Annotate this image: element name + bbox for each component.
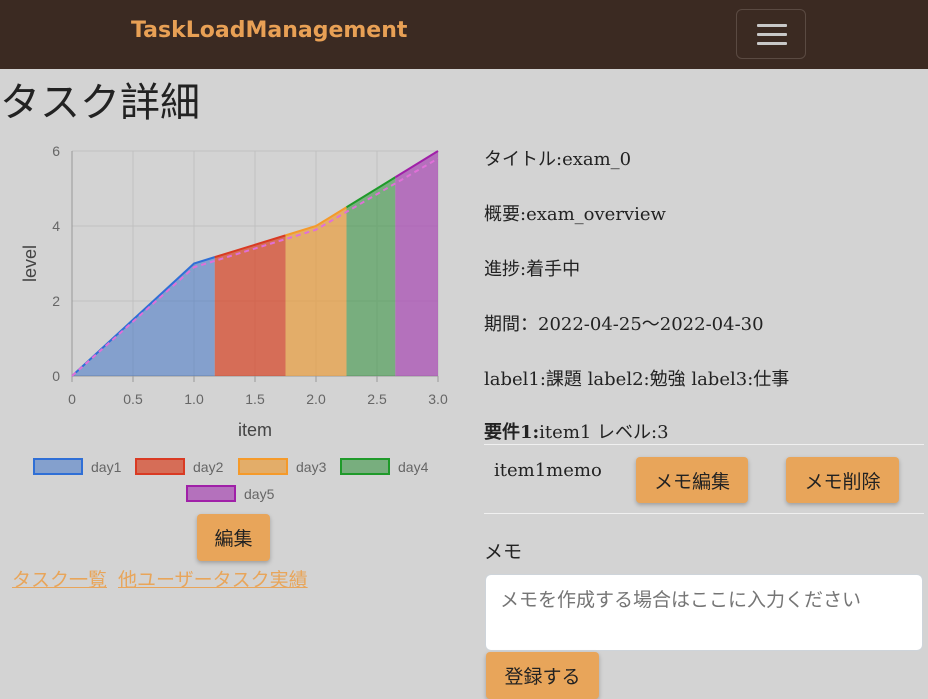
memo-text: item1memo xyxy=(494,460,602,481)
x-tick-label: 1.5 xyxy=(245,391,265,407)
x-tick-label: 0 xyxy=(68,391,76,407)
submit-memo-button[interactable]: 登録する xyxy=(486,652,599,699)
area-day5 xyxy=(395,151,438,376)
area-day2 xyxy=(214,235,286,376)
y-tick-label: 0 xyxy=(52,368,60,384)
chart-legend: day1 day2 day3 day4 day5 xyxy=(0,455,470,505)
requirement-line: 要件1:item1 レベル:3 xyxy=(484,418,669,444)
x-tick-label: 0.5 xyxy=(123,391,143,407)
brand-link[interactable]: TaskLoadManagement xyxy=(131,18,407,43)
x-axis-title: item xyxy=(238,420,272,440)
hamburger-icon xyxy=(757,33,787,36)
legend-label: day3 xyxy=(296,458,327,475)
legend-item-day2[interactable]: day2 xyxy=(135,458,223,475)
legend-item-day1[interactable]: day1 xyxy=(33,458,121,475)
legend-item-day5[interactable]: day5 xyxy=(186,485,274,502)
legend-swatch xyxy=(340,458,390,475)
requirement-detail: item1 レベル:3 xyxy=(539,422,669,443)
x-tick-label: 2.5 xyxy=(367,391,387,407)
menu-toggle-button[interactable] xyxy=(736,9,806,59)
level-chart: 0 2 4 6 0 0.5 1.0 1.5 2.0 2.5 3.0 item level xyxy=(20,143,448,440)
x-tick-label: 3.0 xyxy=(428,391,448,407)
memo-delete-button[interactable]: メモ削除 xyxy=(786,457,899,503)
task-overview: 概要:exam_overview xyxy=(484,204,666,225)
legend-swatch xyxy=(33,458,83,475)
y-tick-label: 4 xyxy=(52,218,60,234)
legend-item-day4[interactable]: day4 xyxy=(340,458,428,475)
divider xyxy=(484,513,924,514)
legend-swatch xyxy=(186,485,236,502)
memo-edit-button[interactable]: メモ編集 xyxy=(636,457,748,503)
task-list-link[interactable]: タスク一覧 xyxy=(12,565,107,592)
page-title: タスク詳細 xyxy=(0,80,200,126)
legend-item-day3[interactable]: day3 xyxy=(238,458,326,475)
legend-label: day5 xyxy=(244,485,275,502)
task-labels: label1:課題 label2:勉強 label3:仕事 xyxy=(484,369,790,390)
divider xyxy=(484,444,924,445)
y-tick-label: 2 xyxy=(52,293,60,309)
x-tick-label: 1.0 xyxy=(184,391,204,407)
memo-label: メモ xyxy=(484,541,523,563)
task-period: 期間：2022-04-25～2022-04-30 xyxy=(484,314,764,335)
hamburger-icon xyxy=(757,24,787,27)
navbar: TaskLoadManagement xyxy=(0,0,928,69)
other-users-link[interactable]: 他ユーザータスク実績 xyxy=(118,565,308,592)
task-progress: 進捗:着手中 xyxy=(484,259,581,280)
legend-swatch xyxy=(238,458,288,475)
requirement-heading: 要件1: xyxy=(484,422,540,443)
task-title: タイトル:exam_0 xyxy=(484,149,632,170)
edit-button[interactable]: 編集 xyxy=(197,514,270,561)
legend-label: day4 xyxy=(398,458,429,475)
x-tick-label: 2.0 xyxy=(306,391,326,407)
legend-swatch xyxy=(135,458,185,475)
legend-label: day1 xyxy=(91,458,122,475)
y-axis-title: level xyxy=(20,245,40,282)
y-tick-label: 6 xyxy=(52,143,60,159)
hamburger-icon xyxy=(757,42,787,45)
memo-input[interactable] xyxy=(485,574,923,651)
legend-label: day2 xyxy=(193,458,224,475)
